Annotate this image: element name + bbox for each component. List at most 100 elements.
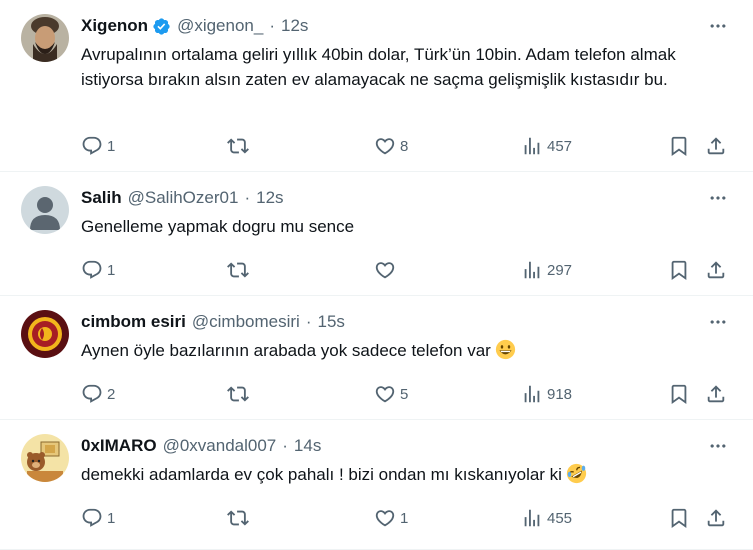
like-button[interactable]: 5 — [374, 382, 408, 406]
view-count: 457 — [547, 137, 573, 155]
view-count: 455 — [547, 509, 573, 527]
bookmark-icon — [668, 383, 690, 405]
like-count: 1 — [400, 509, 409, 527]
cartoon-bear-avatar[interactable] — [21, 434, 69, 482]
like-count: 8 — [400, 137, 409, 155]
tweet[interactable]: Salih @SalihOzer01 · 12s Genelleme yapma… — [0, 172, 753, 296]
tweet-actions: 2 5 918 — [81, 382, 729, 406]
share-button[interactable] — [705, 134, 727, 158]
like-button[interactable]: 1 — [374, 506, 408, 530]
author-handle[interactable]: @cimbomesiri — [192, 310, 300, 334]
heart-icon — [374, 259, 396, 281]
share-button[interactable] — [705, 382, 727, 406]
retweet-button[interactable] — [227, 258, 253, 282]
author-handle[interactable]: @xigenon_ — [177, 14, 263, 38]
retweet-icon — [227, 383, 249, 405]
reply-button[interactable]: 1 — [81, 506, 115, 530]
bookmark-icon — [668, 259, 690, 281]
separator-dot: · — [244, 188, 251, 207]
reply-button[interactable]: 2 — [81, 382, 115, 406]
tweet-body: demekki adamlarda ev çok pahalı ! bizi o… — [81, 462, 713, 487]
heart-icon — [374, 135, 396, 157]
reply-icon — [81, 507, 103, 529]
reply-count: 2 — [107, 385, 116, 403]
tweet-body: Aynen öyle bazılarının arabada yok sadec… — [81, 338, 713, 363]
like-button[interactable]: 8 — [374, 134, 408, 158]
tweet[interactable]: 0xIMARO @0xvandal007 · 14s demekki adaml… — [0, 420, 753, 550]
galatasaray-crest-avatar[interactable] — [21, 310, 69, 358]
retweet-icon — [227, 135, 249, 157]
tweet-actions: 1 1 455 — [81, 506, 729, 530]
reply-count: 1 — [107, 137, 116, 155]
tweet[interactable]: cimbom esiri @cimbomesiri · 15s Aynen öy… — [0, 296, 753, 420]
more-options-icon[interactable] — [707, 18, 729, 34]
tweet-header: cimbom esiri @cimbomesiri · 15s — [81, 310, 693, 334]
reply-icon — [81, 383, 103, 405]
views-chart-icon — [521, 135, 543, 157]
share-icon — [705, 259, 727, 281]
separator-dot: · — [282, 436, 288, 455]
bookmark-icon — [668, 507, 690, 529]
tweet-text: Avrupalının ortalama geliri yıllık 40bin… — [81, 45, 676, 89]
tweet-actions: 1 8 457 — [81, 134, 729, 158]
author-handle[interactable]: @SalihOzer01 — [128, 186, 239, 210]
share-button[interactable] — [705, 258, 727, 282]
default-user-avatar[interactable] — [21, 186, 69, 234]
bookmark-button[interactable] — [668, 382, 690, 406]
more-options-icon[interactable] — [707, 314, 729, 330]
reply-icon — [81, 259, 103, 281]
views-button[interactable]: 918 — [521, 382, 572, 406]
share-icon — [705, 135, 727, 157]
tweet-text: demekki adamlarda ev çok pahalı ! bizi o… — [81, 465, 562, 484]
timestamp[interactable]: 14s — [294, 434, 321, 458]
grinning-face-emoji-icon — [495, 339, 516, 360]
author-name[interactable]: Xigenon — [81, 14, 148, 38]
views-button[interactable]: 297 — [521, 258, 572, 282]
timestamp[interactable]: 12s — [281, 14, 308, 38]
retweet-icon — [227, 259, 249, 281]
retweet-button[interactable] — [227, 382, 253, 406]
tweet-text: Aynen öyle bazılarının arabada yok sadec… — [81, 341, 491, 360]
timestamp[interactable]: 12s — [256, 186, 283, 210]
author-name[interactable]: Salih — [81, 186, 122, 210]
views-chart-icon — [521, 507, 543, 529]
tweet-header: Xigenon @xigenon_ · 12s — [81, 14, 693, 38]
share-button[interactable] — [705, 506, 727, 530]
bookmark-button[interactable] — [668, 258, 690, 282]
author-name[interactable]: cimbom esiri — [81, 310, 186, 334]
more-options-icon[interactable] — [707, 438, 729, 454]
reply-count: 1 — [107, 509, 116, 527]
bookmark-icon — [668, 135, 690, 157]
view-count: 918 — [547, 385, 573, 403]
view-count: 297 — [547, 261, 573, 279]
views-chart-icon — [521, 383, 543, 405]
retweet-button[interactable] — [227, 506, 253, 530]
views-button[interactable]: 455 — [521, 506, 572, 530]
timestamp[interactable]: 15s — [317, 310, 344, 334]
reply-count: 1 — [107, 261, 116, 279]
tweet[interactable]: Xigenon @xigenon_ · 12s Avrupalının orta… — [0, 0, 753, 172]
separator-dot: · — [305, 312, 312, 331]
reply-icon — [81, 135, 103, 157]
author-handle[interactable]: @0xvandal007 — [163, 434, 277, 458]
tweet-text: Genelleme yapmak dogru mu sence — [81, 217, 355, 236]
tweet-actions: 1 297 — [81, 258, 729, 282]
verified-badge-icon — [152, 17, 171, 36]
retweet-button[interactable] — [227, 134, 253, 158]
reply-button[interactable]: 1 — [81, 258, 115, 282]
more-options-icon[interactable] — [707, 190, 729, 206]
author-name[interactable]: 0xIMARO — [81, 434, 157, 458]
heart-icon — [374, 507, 396, 529]
tweet-header: Salih @SalihOzer01 · 12s — [81, 186, 693, 210]
retweet-icon — [227, 507, 249, 529]
heart-icon — [374, 383, 396, 405]
like-count: 5 — [400, 385, 409, 403]
views-button[interactable]: 457 — [521, 134, 572, 158]
separator-dot: · — [269, 16, 275, 35]
reply-button[interactable]: 1 — [81, 134, 115, 158]
bookmark-button[interactable] — [668, 134, 690, 158]
rolling-laughing-emoji-icon — [566, 463, 587, 484]
bookmark-button[interactable] — [668, 506, 690, 530]
like-button[interactable] — [374, 258, 400, 282]
warrior-portrait-avatar[interactable] — [21, 14, 69, 62]
